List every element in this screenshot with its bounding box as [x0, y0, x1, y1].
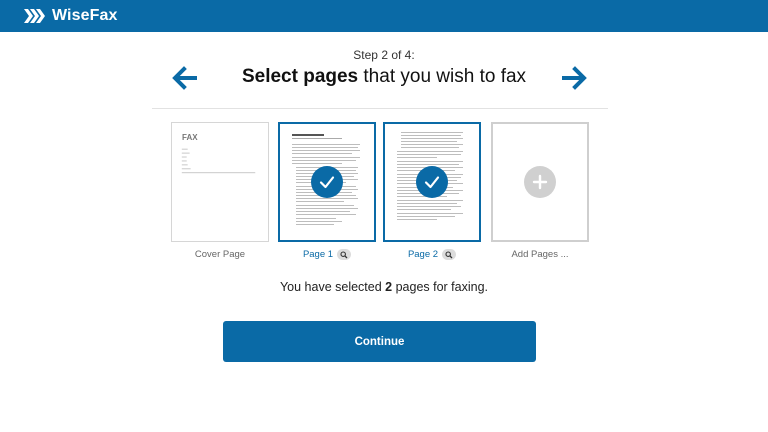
checkmark-icon [319, 176, 335, 189]
brand-name: WiseFax [52, 7, 118, 24]
cover-page-label-text: Cover Page [194, 249, 246, 260]
selected-check-icon [416, 166, 448, 198]
page-2-label: Page 2 [377, 249, 487, 260]
page-title: Select pages that you wish to fax [0, 66, 768, 88]
selected-check-icon [311, 166, 343, 198]
add-pages-label-text: Add Pages ... [511, 249, 569, 260]
summary-suffix: pages for faxing. [392, 280, 489, 294]
page-1-label-text: Page 1 [302, 249, 334, 260]
wisefax-chevrons-icon [24, 9, 45, 23]
add-pages-button[interactable] [491, 122, 589, 242]
cover-page-thumbnail[interactable]: FAX [171, 122, 269, 242]
page-1-label: Page 1 [272, 249, 382, 260]
arrow-right-icon[interactable] [561, 64, 589, 92]
header-divider [152, 108, 608, 109]
continue-button[interactable]: Continue [223, 321, 536, 362]
top-bar: WiseFax [0, 0, 768, 32]
magnifier-icon[interactable] [337, 249, 352, 260]
brand[interactable]: WiseFax [24, 6, 117, 26]
summary-prefix: You have selected [279, 280, 386, 294]
plus-icon [524, 166, 556, 198]
page-1-thumbnail[interactable] [278, 122, 376, 242]
page-2-thumbnail[interactable] [383, 122, 481, 242]
checkmark-icon [424, 176, 440, 189]
arrow-left-icon[interactable] [170, 64, 198, 92]
continue-label: Continue [354, 335, 405, 348]
step-indicator: Step 2 of 4: [353, 48, 415, 62]
selection-summary: You have selected 2 pages for faxing. [0, 280, 768, 294]
cover-page-label: Cover Page [165, 249, 275, 260]
title-rest: that you wish to fax [358, 66, 527, 87]
title-bold: Select pages [241, 66, 359, 87]
page-2-label-text: Page 2 [407, 249, 439, 260]
magnifier-icon[interactable] [442, 249, 457, 260]
cover-page-lines [181, 148, 256, 174]
add-pages-label[interactable]: Add Pages ... [485, 249, 595, 260]
